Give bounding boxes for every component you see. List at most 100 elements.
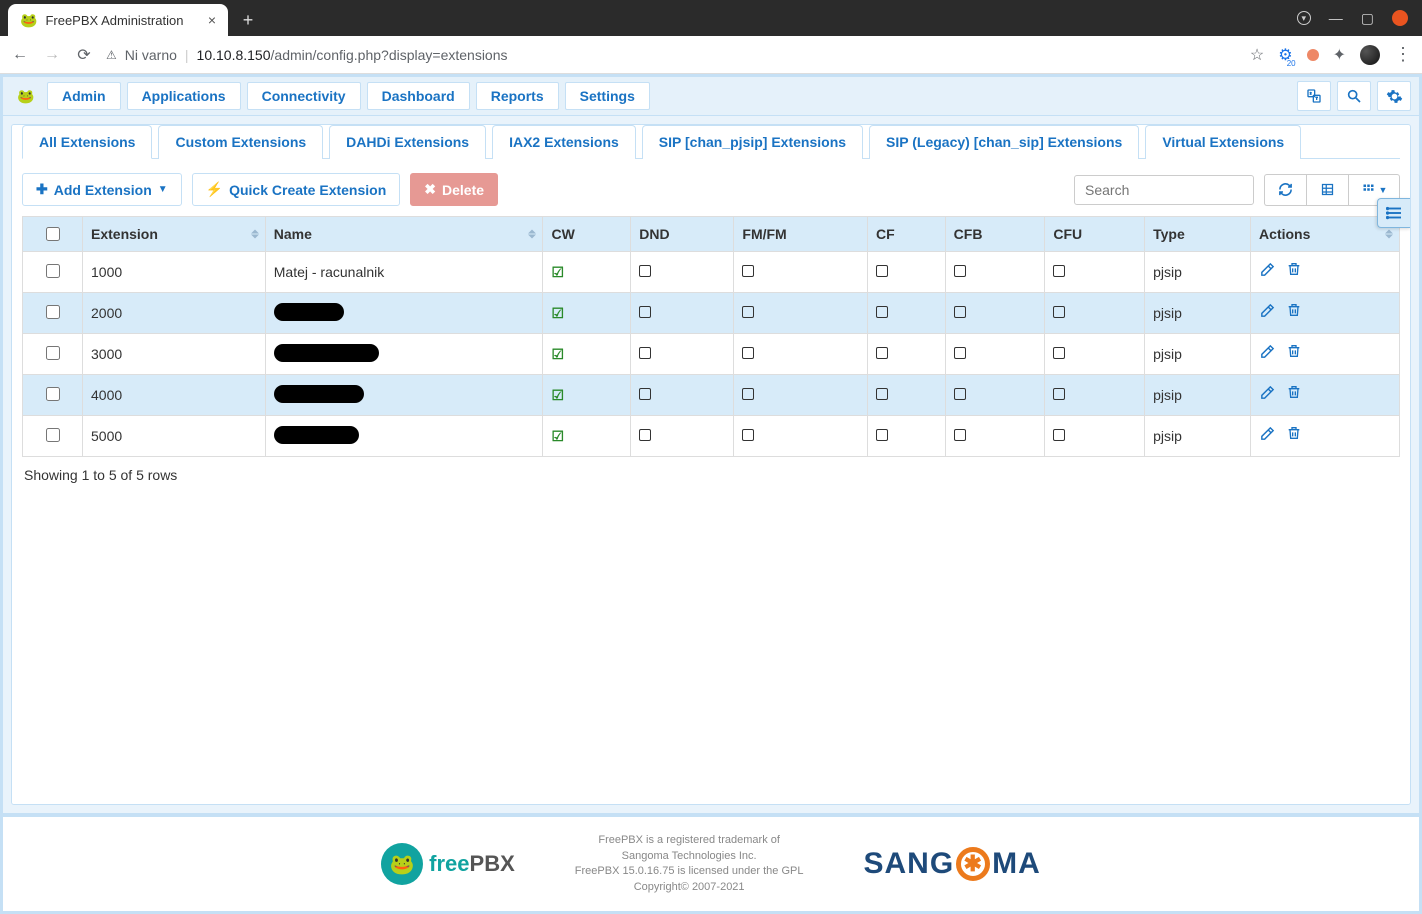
edit-icon[interactable] [1259, 425, 1276, 447]
toolbar-connectivity[interactable]: Connectivity [247, 82, 361, 110]
trash-icon[interactable] [1286, 343, 1302, 365]
cell-cfb[interactable] [945, 293, 1045, 334]
edit-icon[interactable] [1259, 384, 1276, 406]
settings-gear-icon[interactable] [1377, 81, 1411, 111]
row-select-checkbox[interactable] [46, 428, 60, 442]
forward-button[interactable]: → [42, 46, 62, 64]
cell-fmfm[interactable] [734, 334, 868, 375]
reload-button[interactable]: ⟳ [74, 45, 94, 65]
tab-sip-legacy-chan-sip-extensions[interactable]: SIP (Legacy) [chan_sip] Extensions [869, 125, 1139, 159]
profile-avatar[interactable] [1360, 45, 1380, 65]
extension-dot-icon[interactable] [1307, 49, 1319, 61]
cell-select[interactable] [23, 293, 83, 334]
cell-cf[interactable] [867, 252, 945, 293]
cell-cw[interactable]: ☑ [543, 334, 631, 375]
col-extension[interactable]: Extension [83, 217, 266, 252]
cell-fmfm[interactable] [734, 375, 868, 416]
add-extension-button[interactable]: ✚ Add Extension ▼ [22, 173, 182, 206]
col-select[interactable] [23, 217, 83, 252]
cell-fmfm[interactable] [734, 293, 868, 334]
trash-icon[interactable] [1286, 302, 1302, 324]
cell-dnd[interactable] [631, 252, 734, 293]
cell-cfb[interactable] [945, 252, 1045, 293]
edit-icon[interactable] [1259, 302, 1276, 324]
cell-dnd[interactable] [631, 375, 734, 416]
cell-dnd[interactable] [631, 334, 734, 375]
tab-virtual-extensions[interactable]: Virtual Extensions [1145, 125, 1301, 159]
cell-select[interactable] [23, 416, 83, 457]
cell-fmfm[interactable] [734, 416, 868, 457]
trash-icon[interactable] [1286, 261, 1302, 283]
trash-icon[interactable] [1286, 425, 1302, 447]
cell-actions [1251, 375, 1400, 416]
tab-iax2-extensions[interactable]: IAX2 Extensions [492, 125, 636, 159]
language-icon[interactable] [1297, 81, 1331, 111]
cell-fmfm[interactable] [734, 252, 868, 293]
url-text: 10.10.8.150/admin/config.php?display=ext… [197, 47, 508, 63]
cell-cw[interactable]: ☑ [543, 293, 631, 334]
cell-dnd[interactable] [631, 293, 734, 334]
maximize-button[interactable]: ▢ [1361, 10, 1374, 27]
cell-dnd[interactable] [631, 416, 734, 457]
cell-cfb[interactable] [945, 375, 1045, 416]
cell-select[interactable] [23, 334, 83, 375]
side-flyout-toggle[interactable] [1377, 198, 1411, 228]
cell-cw[interactable]: ☑ [543, 416, 631, 457]
tab-dahdi-extensions[interactable]: DAHDi Extensions [329, 125, 486, 159]
edit-icon[interactable] [1259, 261, 1276, 283]
row-select-checkbox[interactable] [46, 305, 60, 319]
cell-cfu[interactable] [1045, 293, 1145, 334]
url-bar[interactable]: ⚠ Ni varno | 10.10.8.150/admin/config.ph… [106, 47, 508, 63]
quick-create-button[interactable]: ⚡ Quick Create Extension [192, 173, 401, 206]
cell-cf[interactable] [867, 416, 945, 457]
columns-icon[interactable] [1306, 174, 1348, 206]
extensions-puzzle-icon[interactable]: ✦ [1333, 45, 1346, 65]
row-select-checkbox[interactable] [46, 346, 60, 360]
checked-icon: ☑ [551, 264, 564, 280]
cell-cfb[interactable] [945, 416, 1045, 457]
tab-sip-chan-pjsip-extensions[interactable]: SIP [chan_pjsip] Extensions [642, 125, 863, 159]
cell-cfu[interactable] [1045, 334, 1145, 375]
cell-cf[interactable] [867, 293, 945, 334]
trash-icon[interactable] [1286, 384, 1302, 406]
row-select-checkbox[interactable] [46, 264, 60, 278]
table-row: 4000☑pjsip [23, 375, 1400, 416]
toolbar-reports[interactable]: Reports [476, 82, 559, 110]
unchecked-icon [876, 306, 888, 318]
tab-all-extensions[interactable]: All Extensions [22, 125, 152, 159]
cell-cf[interactable] [867, 375, 945, 416]
cell-select[interactable] [23, 252, 83, 293]
cell-select[interactable] [23, 375, 83, 416]
refresh-icon[interactable] [1264, 174, 1306, 206]
search-icon[interactable] [1337, 81, 1371, 111]
minimize-button[interactable]: — [1329, 10, 1343, 26]
select-all-checkbox[interactable] [46, 227, 60, 241]
cell-cfu[interactable] [1045, 252, 1145, 293]
new-tab-button[interactable]: + [234, 6, 262, 34]
delete-button[interactable]: ✖ Delete [410, 173, 498, 206]
cell-cfu[interactable] [1045, 375, 1145, 416]
search-input[interactable] [1074, 175, 1254, 205]
back-button[interactable]: ← [10, 46, 30, 64]
row-select-checkbox[interactable] [46, 387, 60, 401]
cell-cf[interactable] [867, 334, 945, 375]
browser-tab[interactable]: 🐸 FreePBX Administration × [8, 4, 228, 36]
close-window-button[interactable] [1392, 10, 1408, 26]
toolbar-dashboard[interactable]: Dashboard [367, 82, 470, 110]
cell-cw[interactable]: ☑ [543, 252, 631, 293]
close-tab-icon[interactable]: × [208, 12, 216, 28]
tab-custom-extensions[interactable]: Custom Extensions [158, 125, 323, 159]
cell-cfb[interactable] [945, 334, 1045, 375]
translate-extension-icon[interactable]: ⚙20 [1278, 45, 1292, 65]
toolbar-applications[interactable]: Applications [127, 82, 241, 110]
cell-cw[interactable]: ☑ [543, 375, 631, 416]
app-logo-icon[interactable]: 🐸 [11, 85, 41, 107]
cell-cfu[interactable] [1045, 416, 1145, 457]
toolbar-admin[interactable]: Admin [47, 82, 121, 110]
browser-menu-icon[interactable]: ⋮ [1394, 44, 1412, 65]
edit-icon[interactable] [1259, 343, 1276, 365]
toolbar-settings[interactable]: Settings [565, 82, 650, 110]
bookmark-star-icon[interactable]: ☆ [1250, 45, 1264, 65]
cell-extension: 5000 [83, 416, 266, 457]
col-name[interactable]: Name [265, 217, 543, 252]
